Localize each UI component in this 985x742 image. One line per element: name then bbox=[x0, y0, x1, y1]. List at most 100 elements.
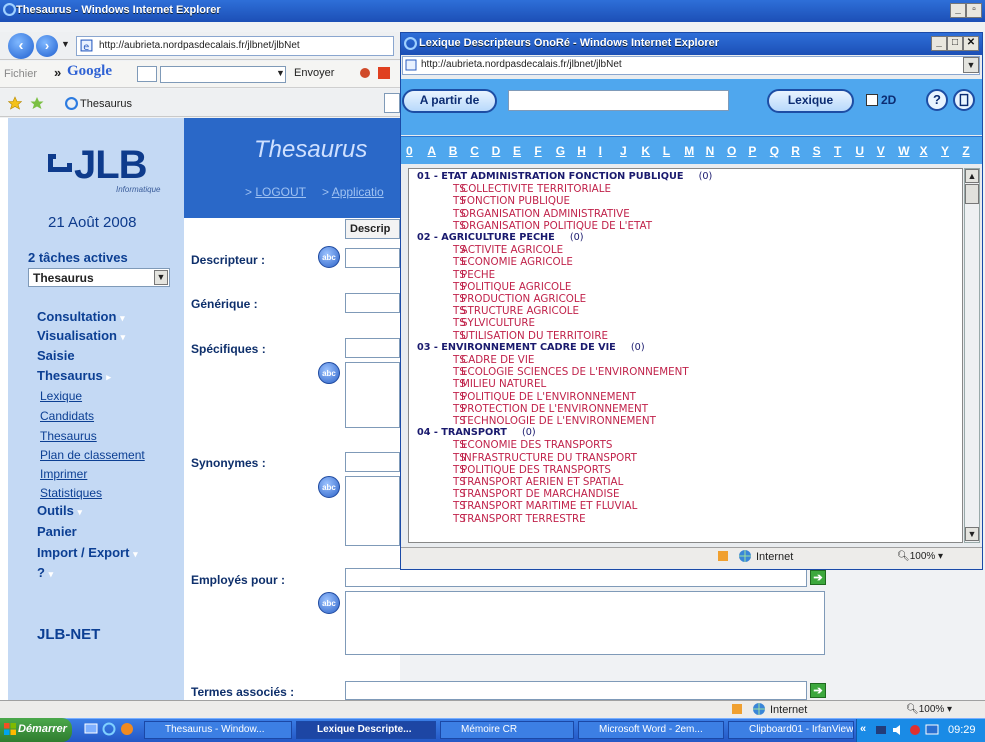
scroll-thumb[interactable] bbox=[965, 184, 979, 204]
menu-panier[interactable]: Panier bbox=[37, 524, 77, 539]
help-icon[interactable]: ? bbox=[926, 89, 948, 111]
tasks-dropdown-icon[interactable]: ▼ bbox=[154, 270, 168, 285]
minimize-button[interactable]: _ bbox=[950, 3, 966, 18]
alphabet-link-u[interactable]: U bbox=[855, 144, 864, 158]
popup-close-button[interactable]: ✕ bbox=[963, 36, 979, 51]
alphabet-link-g[interactable]: G bbox=[556, 144, 565, 158]
tray-network-icon[interactable] bbox=[874, 723, 888, 737]
alphabet-link-0[interactable]: 0 bbox=[406, 144, 413, 158]
alphabet-link-q[interactable]: Q bbox=[770, 144, 779, 158]
term-row[interactable]: TSTRANSPORT AERIEN ET SPATIAL bbox=[417, 476, 962, 488]
taskbar-item-lexique[interactable]: Lexique Descripte... bbox=[296, 721, 436, 739]
specifiques-textarea[interactable] bbox=[345, 362, 400, 428]
alphabet-link-p[interactable]: P bbox=[748, 144, 756, 158]
alphabet-link-h[interactable]: H bbox=[577, 144, 586, 158]
quicklaunch-ie-icon[interactable] bbox=[102, 722, 116, 736]
submenu-imprimer[interactable]: Imprimer bbox=[40, 467, 87, 481]
category-row[interactable]: 03 - ENVIRONNEMENT CADRE DE VIE (0) bbox=[417, 342, 962, 354]
favorites-star-icon[interactable] bbox=[8, 96, 22, 110]
tray-app-icon[interactable] bbox=[908, 723, 922, 737]
popup-titlebar[interactable]: Lexique Descripteurs OnoRé - Windows Int… bbox=[401, 33, 982, 55]
alphabet-link-z[interactable]: Z bbox=[962, 144, 969, 158]
exit-icon[interactable] bbox=[953, 89, 975, 111]
alphabet-link-m[interactable]: M bbox=[684, 144, 694, 158]
main-zoom[interactable]: 🔍︎100% ▾ bbox=[906, 704, 952, 715]
alphabet-link-s[interactable]: S bbox=[813, 144, 821, 158]
add-favorites-icon[interactable] bbox=[30, 96, 44, 110]
term-row[interactable]: TSECOLOGIE SCIENCES DE L'ENVIRONNEMENT bbox=[417, 366, 962, 378]
synonymes-input[interactable] bbox=[345, 452, 400, 472]
spellcheck-employes-icon[interactable]: abc bbox=[318, 592, 340, 614]
synonymes-textarea[interactable] bbox=[345, 476, 400, 546]
scroll-down-icon[interactable]: ▼ bbox=[965, 527, 979, 541]
alphabet-link-r[interactable]: R bbox=[791, 144, 800, 158]
term-row[interactable]: TSPRODUCTION AGRICOLE bbox=[417, 293, 962, 305]
alphabet-link-c[interactable]: C bbox=[470, 144, 479, 158]
tray-monitor-icon[interactable] bbox=[925, 723, 939, 737]
forward-icon[interactable]: › bbox=[36, 35, 58, 57]
term-row[interactable]: TSTRANSPORT DE MARCHANDISE bbox=[417, 488, 962, 500]
envoyer-button[interactable]: Envoyer bbox=[294, 67, 334, 79]
popup-maximize-button[interactable]: □ bbox=[947, 36, 963, 51]
google-dropdown-icon[interactable]: ▼ bbox=[276, 68, 285, 78]
scroll-up-icon[interactable]: ▲ bbox=[965, 169, 979, 183]
term-row[interactable]: TSFONCTION PUBLIQUE bbox=[417, 195, 962, 207]
spellcheck-synonymes-icon[interactable]: abc bbox=[318, 476, 340, 498]
checkbox-2d[interactable] bbox=[866, 94, 878, 106]
tab-description[interactable]: Descrip bbox=[345, 219, 400, 239]
taskbar-item-irfanview[interactable]: Clipboard01 - IrfanView bbox=[728, 721, 854, 739]
descripteur-input[interactable] bbox=[345, 248, 400, 268]
term-row[interactable]: TSORGANISATION ADMINISTRATIVE bbox=[417, 208, 962, 220]
alphabet-link-n[interactable]: N bbox=[706, 144, 715, 158]
term-row[interactable]: TSPOLITIQUE AGRICOLE bbox=[417, 281, 962, 293]
term-row[interactable]: TSACTIVITE AGRICOLE bbox=[417, 244, 962, 256]
alphabet-link-j[interactable]: J bbox=[620, 144, 627, 158]
termes-associes-go-icon[interactable]: ➔ bbox=[810, 683, 826, 698]
alphabet-link-v[interactable]: V bbox=[877, 144, 885, 158]
termes-associes-input[interactable] bbox=[345, 681, 807, 700]
tray-collapse-button[interactable]: « bbox=[860, 723, 866, 735]
alphabet-link-x[interactable]: X bbox=[920, 144, 928, 158]
menu-help[interactable]: ? ▾ bbox=[37, 565, 53, 580]
alphabet-link-k[interactable]: K bbox=[641, 144, 650, 158]
logout-link[interactable]: > LOGOUT bbox=[245, 185, 306, 199]
term-row[interactable]: TSTECHNOLOGIE DE L'ENVIRONNEMENT bbox=[417, 415, 962, 427]
menu-thesaurus[interactable]: Thesaurus ▸ bbox=[37, 368, 111, 383]
category-row[interactable]: 02 - AGRICULTURE PECHE (0) bbox=[417, 232, 962, 244]
popup-zoom[interactable]: 🔍︎100% ▾ bbox=[897, 551, 943, 562]
lexique-button[interactable]: Lexique bbox=[767, 89, 854, 113]
term-row[interactable]: TSINFRASTRUCTURE DU TRANSPORT bbox=[417, 452, 962, 464]
term-row[interactable]: TSECONOMIE DES TRANSPORTS bbox=[417, 439, 962, 451]
term-row[interactable]: TSECONOMIE AGRICOLE bbox=[417, 256, 962, 268]
submenu-candidats[interactable]: Candidats bbox=[40, 409, 94, 423]
toolbar-warning-icon[interactable] bbox=[377, 66, 391, 80]
menu-visualisation[interactable]: Visualisation ▾ bbox=[37, 328, 125, 343]
submenu-lexique[interactable]: Lexique bbox=[40, 389, 82, 403]
menu-outils[interactable]: Outils ▾ bbox=[37, 503, 82, 518]
alphabet-link-w[interactable]: W bbox=[898, 144, 909, 158]
quicklaunch-desktop-icon[interactable] bbox=[84, 722, 98, 736]
popup-url-field[interactable]: http://aubrieta.nordpasdecalais.fr/jlbne… bbox=[402, 56, 980, 75]
term-row[interactable]: TSPROTECTION DE L'ENVIRONNEMENT bbox=[417, 403, 962, 415]
term-row[interactable]: TSUTILISATION DU TERRITOIRE bbox=[417, 330, 962, 342]
employes-pour-go-icon[interactable]: ➔ bbox=[810, 570, 826, 585]
term-row[interactable]: TSPOLITIQUE DES TRANSPORTS bbox=[417, 464, 962, 476]
tasks-select[interactable]: Thesaurus bbox=[28, 268, 170, 287]
toolbar-gear-icon[interactable] bbox=[358, 66, 372, 80]
menu-import-export[interactable]: Import / Export ▾ bbox=[37, 545, 138, 560]
spellcheck-descripteur-icon[interactable]: abc bbox=[318, 246, 340, 268]
a-partir-de-button[interactable]: A partir de bbox=[402, 89, 497, 113]
tab-scroll-button[interactable] bbox=[384, 93, 400, 113]
term-row[interactable]: TSORGANISATION POLITIQUE DE L'ETAT bbox=[417, 220, 962, 232]
alphabet-link-b[interactable]: B bbox=[449, 144, 458, 158]
category-row[interactable]: 04 - TRANSPORT (0) bbox=[417, 427, 962, 439]
alphabet-link-i[interactable]: I bbox=[599, 144, 602, 158]
toolbar-chevron[interactable]: » bbox=[54, 65, 61, 80]
category-row[interactable]: 01 - ETAT ADMINISTRATION FONCTION PUBLIQ… bbox=[417, 171, 962, 183]
alphabet-link-t[interactable]: T bbox=[834, 144, 841, 158]
term-row[interactable]: TSMILIEU NATUREL bbox=[417, 378, 962, 390]
history-dropdown-icon[interactable]: ▼ bbox=[61, 39, 70, 49]
alphabet-link-d[interactable]: D bbox=[492, 144, 501, 158]
alphabet-link-a[interactable]: A bbox=[427, 144, 436, 158]
specifiques-input[interactable] bbox=[345, 338, 400, 358]
